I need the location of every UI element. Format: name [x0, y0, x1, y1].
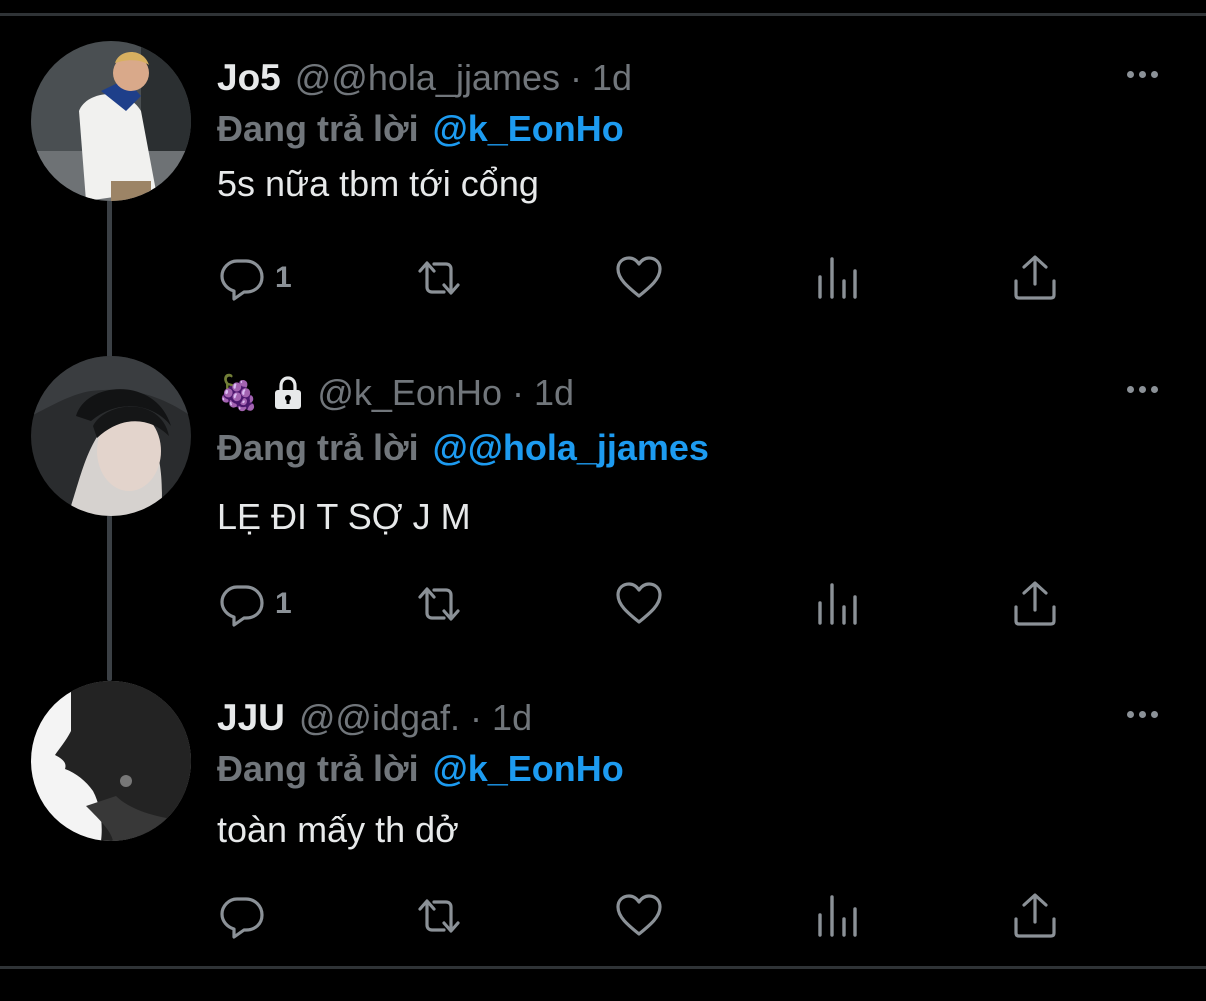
replying-to-link[interactable]: @@hola_jjames [433, 427, 709, 469]
tweet[interactable]: 🍇 @k_EonHo · 1d Đang trả lời @@hola_jjam… [0, 356, 1206, 676]
more-icon-dot [1126, 70, 1134, 78]
replying-to-link[interactable]: @k_EonHo [433, 108, 624, 150]
reply-button[interactable] [217, 891, 275, 941]
tweet-text: 5s nữa tbm tới cổng [217, 163, 539, 204]
separator-dot: · [511, 372, 524, 413]
replying-to: Đang trả lời @@hola_jjames [217, 422, 709, 474]
tweet-header: Jo5 @@hola_jjames · 1d [217, 53, 632, 103]
replying-to-link[interactable]: @k_EonHo [433, 748, 624, 790]
display-name[interactable]: 🍇 [217, 373, 303, 413]
user-handle[interactable]: @@hola_jjames [295, 57, 560, 99]
like-icon [616, 582, 662, 624]
display-name[interactable]: JJU [217, 697, 285, 739]
share-button[interactable] [1010, 891, 1060, 941]
more-icon-dot [1150, 710, 1158, 718]
like-button[interactable] [614, 579, 664, 629]
share-icon [1014, 893, 1056, 938]
share-button[interactable] [1010, 253, 1060, 303]
separator-dot: · [569, 57, 582, 98]
avatar[interactable] [31, 356, 191, 516]
retweet-button[interactable] [414, 891, 464, 941]
tweet-header: 🍇 @k_EonHo · 1d [217, 368, 574, 418]
retweet-icon [418, 899, 460, 933]
more-button[interactable] [1120, 59, 1164, 89]
share-button[interactable] [1010, 579, 1060, 629]
lock-icon [275, 376, 302, 409]
analytics-icon [818, 895, 857, 937]
replying-to-label: Đang trả lời [217, 108, 419, 149]
more-icon-dot [1126, 385, 1134, 393]
action-bar: 1 [0, 579, 1206, 639]
share-icon [1014, 255, 1056, 300]
avatar-photo [31, 681, 191, 841]
separator-dot: · [470, 697, 483, 738]
avatar[interactable] [31, 41, 191, 201]
display-name[interactable]: Jo5 [217, 57, 281, 99]
analytics-button[interactable] [812, 891, 862, 941]
like-button[interactable] [614, 891, 664, 941]
timestamp[interactable]: 1d [492, 697, 532, 739]
analytics-icon [818, 583, 857, 625]
top-divider [0, 13, 1206, 16]
retweet-button[interactable] [414, 579, 464, 629]
timestamp[interactable]: 1d [534, 372, 574, 414]
like-icon [616, 894, 662, 936]
retweet-icon [418, 261, 460, 295]
share-icon [1014, 581, 1056, 626]
more-icon-dot [1138, 385, 1146, 393]
more-icon-dot [1126, 710, 1134, 718]
reply-icon [220, 259, 264, 301]
retweet-button[interactable] [414, 253, 464, 303]
more-icon-dot [1138, 710, 1146, 718]
replying-to-label: Đang trả lời [217, 427, 419, 468]
user-handle[interactable]: @@idgaf. [299, 697, 460, 739]
reply-icon [220, 897, 264, 939]
more-button[interactable] [1120, 374, 1164, 404]
more-button[interactable] [1120, 699, 1164, 729]
replying-to-label: Đang trả lời [217, 748, 419, 789]
action-bar: 1 [0, 253, 1206, 313]
like-icon [616, 256, 662, 298]
analytics-icon [818, 257, 857, 299]
tweet-text: toàn mấy th dở [217, 809, 459, 850]
user-handle[interactable]: @k_EonHo [317, 372, 502, 414]
tweet-header: JJU @@idgaf. · 1d [217, 693, 532, 743]
like-button[interactable] [614, 253, 664, 303]
avatar-photo [31, 41, 191, 201]
more-icon-dot [1138, 70, 1146, 78]
reply-count: 1 [275, 261, 292, 294]
avatar-photo [31, 356, 191, 516]
retweet-icon [418, 587, 460, 621]
more-icon-dot [1150, 70, 1158, 78]
more-icon-dot [1150, 385, 1158, 393]
analytics-button[interactable] [812, 253, 862, 303]
tweet[interactable]: Jo5 @@hola_jjames · 1d Đang trả lời @k_E… [0, 41, 1206, 361]
avatar[interactable] [31, 681, 191, 841]
analytics-button[interactable] [812, 579, 862, 629]
tweet-text: LẸ ĐI T SỢ J M [217, 496, 471, 537]
timestamp[interactable]: 1d [592, 57, 632, 99]
replying-to: Đang trả lời @k_EonHo [217, 743, 624, 795]
reply-count: 1 [275, 587, 292, 620]
replying-to: Đang trả lời @k_EonHo [217, 103, 624, 155]
action-bar [0, 891, 1206, 951]
grape-emoji: 🍇 [217, 374, 260, 412]
reply-icon [220, 585, 264, 627]
reply-button[interactable]: 1 [217, 579, 292, 629]
reply-button[interactable]: 1 [217, 253, 292, 303]
tweet[interactable]: JJU @@idgaf. · 1d Đang trả lời @k_EonHo … [0, 681, 1206, 1001]
